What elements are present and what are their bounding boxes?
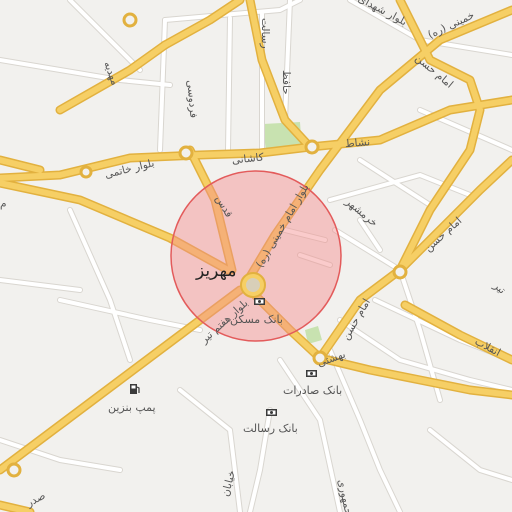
bank-icon — [266, 409, 277, 416]
street-label-hafez: حافظ — [280, 70, 292, 95]
poi-label-bank-saderat: بانک صادرات — [283, 384, 342, 397]
map-canvas[interactable]: بلوار شهدای خمینی (ره) رسالت مهدیه فردوس… — [0, 0, 512, 512]
poi-label-bank-maskan: بانک مسکن — [230, 313, 283, 326]
street-label-mim: م — [0, 198, 7, 210]
city-name-label: مهریز — [195, 261, 236, 281]
street-label-neshat: نشاط — [344, 136, 370, 150]
street-label-rasalat: رسالت — [259, 18, 271, 49]
bank-icon — [306, 370, 317, 377]
bank-icon — [254, 298, 265, 305]
city-center-marker[interactable] — [240, 272, 266, 298]
poi-label-bank-resalat: بانک رسالت — [243, 422, 298, 435]
poi-label-gas-station: پمپ بنزین — [108, 401, 156, 414]
